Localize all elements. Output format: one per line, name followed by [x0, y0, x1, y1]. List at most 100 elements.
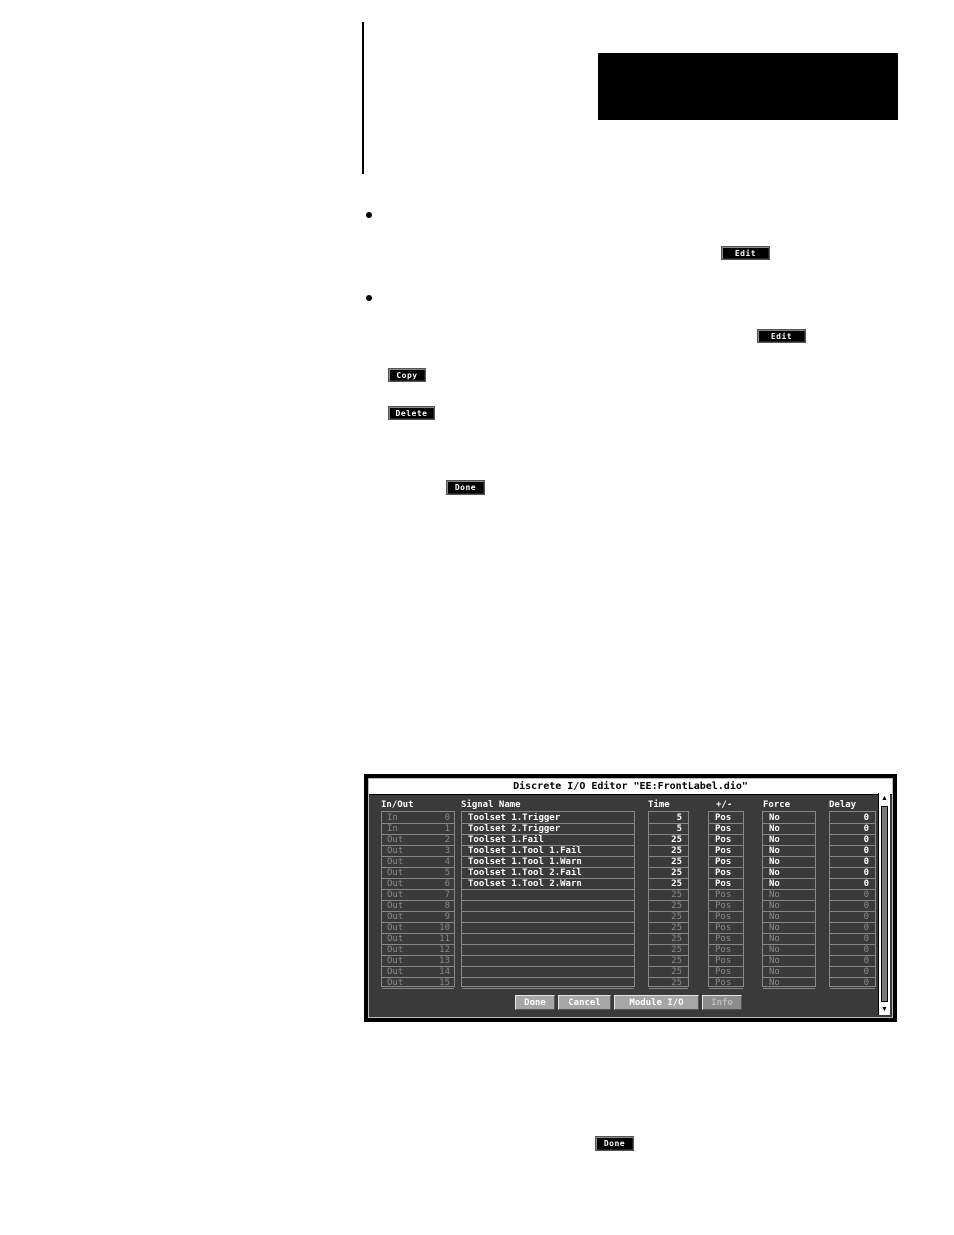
- polarity-cell[interactable]: Pos: [709, 824, 743, 835]
- scroll-down-icon[interactable]: ▼: [879, 1004, 890, 1015]
- force-cell[interactable]: No: [763, 890, 815, 901]
- polarity-cell[interactable]: Pos: [709, 945, 743, 956]
- force-cell[interactable]: No: [763, 857, 815, 868]
- signal-name-cell[interactable]: Toolset 2.Trigger: [462, 824, 634, 835]
- delay-cell[interactable]: 0: [830, 846, 875, 857]
- force-cell[interactable]: No: [763, 824, 815, 835]
- delay-cell[interactable]: 0: [830, 879, 875, 890]
- delay-cell[interactable]: 0: [830, 901, 875, 912]
- polarity-cell[interactable]: Pos: [709, 901, 743, 912]
- signal-name-cell[interactable]: Toolset 1.Tool 2.Fail: [462, 868, 634, 879]
- time-cell[interactable]: 25: [649, 868, 688, 879]
- row-divider: [382, 945, 454, 956]
- time-cell[interactable]: 25: [649, 934, 688, 945]
- force-cell[interactable]: No: [763, 945, 815, 956]
- polarity-cell[interactable]: Pos: [709, 813, 743, 824]
- force-cell[interactable]: No: [763, 813, 815, 824]
- delay-cell[interactable]: 0: [830, 967, 875, 978]
- force-cell[interactable]: No: [763, 912, 815, 923]
- edit-button[interactable]: Edit: [721, 246, 770, 260]
- dialog-cancel-button[interactable]: Cancel: [558, 995, 611, 1010]
- signal-name-cell[interactable]: [462, 912, 634, 923]
- force-cell[interactable]: No: [763, 879, 815, 890]
- signal-name-cell[interactable]: Toolset 1.Tool 1.Fail: [462, 846, 634, 857]
- polarity-cell[interactable]: Pos: [709, 846, 743, 857]
- force-cell[interactable]: No: [763, 868, 815, 879]
- force-cell[interactable]: No: [763, 934, 815, 945]
- signal-name-cell[interactable]: [462, 890, 634, 901]
- polarity-cell[interactable]: Pos: [709, 857, 743, 868]
- dialog-done-button[interactable]: Done: [515, 995, 555, 1010]
- delay-cell[interactable]: 0: [830, 824, 875, 835]
- delete-button[interactable]: Delete: [388, 406, 435, 420]
- signal-name-cell[interactable]: [462, 923, 634, 934]
- dialog-title: Discrete I/O Editor "EE:FrontLabel.dio": [369, 779, 892, 795]
- row-divider: [382, 846, 454, 857]
- time-cell[interactable]: 25: [649, 945, 688, 956]
- polarity-cell[interactable]: Pos: [709, 912, 743, 923]
- scroll-up-icon[interactable]: ▲: [879, 793, 890, 804]
- time-cell[interactable]: 25: [649, 879, 688, 890]
- polarity-cell[interactable]: Pos: [709, 868, 743, 879]
- force-cell[interactable]: No: [763, 967, 815, 978]
- signal-name-cell[interactable]: Toolset 1.Tool 2.Warn: [462, 879, 634, 890]
- force-cell[interactable]: No: [763, 978, 815, 989]
- time-cell[interactable]: 5: [649, 824, 688, 835]
- signal-name-cell[interactable]: [462, 967, 634, 978]
- signal-name-cell[interactable]: Toolset 1.Fail: [462, 835, 634, 846]
- time-cell[interactable]: 25: [649, 978, 688, 989]
- time-cell[interactable]: 25: [649, 967, 688, 978]
- time-cell[interactable]: 25: [649, 956, 688, 967]
- col-header-delay: Delay: [829, 800, 857, 810]
- force-cell[interactable]: No: [763, 846, 815, 857]
- force-cell[interactable]: No: [763, 835, 815, 846]
- polarity-cell[interactable]: Pos: [709, 879, 743, 890]
- polarity-cell[interactable]: Pos: [709, 967, 743, 978]
- signal-name-cell[interactable]: [462, 901, 634, 912]
- polarity-cell[interactable]: Pos: [709, 956, 743, 967]
- time-cell[interactable]: 25: [649, 923, 688, 934]
- signal-name-cell[interactable]: [462, 978, 634, 989]
- polarity-cell[interactable]: Pos: [709, 835, 743, 846]
- polarity-cell[interactable]: Pos: [709, 890, 743, 901]
- info-button[interactable]: Info: [702, 995, 742, 1010]
- polarity-cell[interactable]: Pos: [709, 978, 743, 989]
- polarity-cell[interactable]: Pos: [709, 934, 743, 945]
- force-cell[interactable]: No: [763, 901, 815, 912]
- signal-name-cell[interactable]: Toolset 1.Trigger: [462, 813, 634, 824]
- delay-cell[interactable]: 0: [830, 868, 875, 879]
- copy-button[interactable]: Copy: [388, 368, 426, 382]
- time-cell[interactable]: 25: [649, 890, 688, 901]
- vertical-scrollbar[interactable]: ▲ ▼: [878, 793, 890, 1015]
- delay-cell[interactable]: 0: [830, 912, 875, 923]
- time-cell[interactable]: 25: [649, 857, 688, 868]
- delay-cell[interactable]: 0: [830, 813, 875, 824]
- module-io-button[interactable]: Module I/O: [614, 995, 699, 1010]
- signal-name-cell[interactable]: [462, 945, 634, 956]
- done-button-2[interactable]: Done: [595, 1136, 634, 1151]
- polarity-cell[interactable]: Pos: [709, 923, 743, 934]
- force-cell[interactable]: No: [763, 956, 815, 967]
- time-cell[interactable]: 25: [649, 835, 688, 846]
- delay-cell[interactable]: 0: [830, 857, 875, 868]
- done-button[interactable]: Done: [446, 480, 485, 495]
- time-cell[interactable]: 25: [649, 901, 688, 912]
- delay-cell[interactable]: 0: [830, 934, 875, 945]
- signal-name-cell[interactable]: Toolset 1.Tool 1.Warn: [462, 857, 634, 868]
- edit-button-2[interactable]: Edit: [757, 329, 806, 343]
- row-divider: [382, 967, 454, 978]
- time-cell[interactable]: 5: [649, 813, 688, 824]
- delay-cell[interactable]: 0: [830, 835, 875, 846]
- delay-cell[interactable]: 0: [830, 923, 875, 934]
- time-cell[interactable]: 25: [649, 846, 688, 857]
- col-header-inout: In/Out: [381, 800, 414, 810]
- delay-cell[interactable]: 0: [830, 956, 875, 967]
- scroll-thumb[interactable]: [881, 806, 888, 1002]
- delay-cell[interactable]: 0: [830, 945, 875, 956]
- delay-cell[interactable]: 0: [830, 890, 875, 901]
- delay-cell[interactable]: 0: [830, 978, 875, 989]
- force-cell[interactable]: No: [763, 923, 815, 934]
- signal-name-cell[interactable]: [462, 934, 634, 945]
- time-cell[interactable]: 25: [649, 912, 688, 923]
- signal-name-cell[interactable]: [462, 956, 634, 967]
